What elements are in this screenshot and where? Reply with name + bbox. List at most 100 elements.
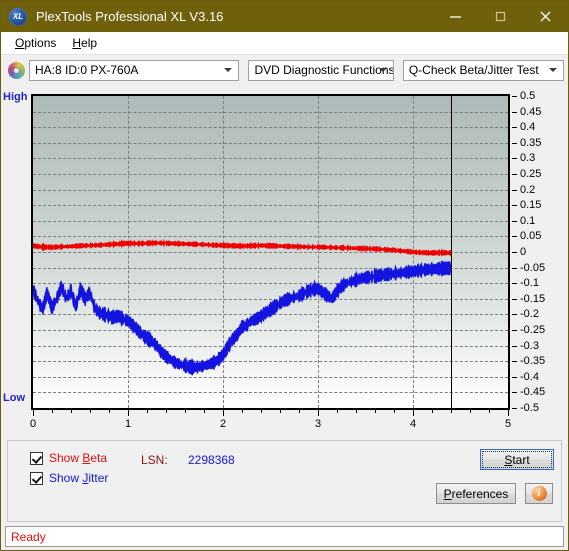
y-tick-mark bbox=[512, 283, 517, 285]
x-tick-minor bbox=[356, 410, 357, 413]
y-tick-label: -0.2 bbox=[520, 308, 539, 321]
show-beta-label: Show Beta bbox=[49, 451, 108, 465]
chevron-down-icon bbox=[549, 68, 557, 72]
series-beta-band bbox=[33, 241, 451, 255]
x-tick-minor bbox=[375, 410, 376, 413]
y-tick-label: 0.2 bbox=[520, 183, 536, 196]
x-tick-minor bbox=[337, 410, 338, 413]
x-tick-minor bbox=[489, 410, 490, 413]
y-tick-mark bbox=[512, 298, 517, 300]
y-tick-mark bbox=[512, 408, 517, 409]
x-tick-minor bbox=[90, 410, 91, 413]
title-bar: XL PlexTools Professional XL V3.16 bbox=[1, 1, 568, 32]
show-beta-row[interactable]: Show Beta bbox=[30, 451, 107, 465]
y-tick-label: 0.45 bbox=[520, 105, 542, 118]
y-tick-mark bbox=[512, 142, 517, 144]
series-jitter-band bbox=[33, 262, 451, 374]
x-tick-minor bbox=[280, 410, 281, 413]
x-tick-label: 0 bbox=[29, 418, 37, 430]
x-tick-minor bbox=[432, 410, 433, 413]
menu-bar: Options Help bbox=[1, 32, 568, 54]
x-tick-minor bbox=[299, 410, 300, 413]
x-tick-label: 3 bbox=[314, 418, 322, 430]
y-tick-label: 0.15 bbox=[520, 199, 542, 212]
y-tick-mark bbox=[512, 267, 517, 269]
close-icon[interactable] bbox=[523, 1, 568, 32]
y-tick-label: 0.05 bbox=[520, 230, 542, 243]
y-tick-mark bbox=[512, 205, 517, 207]
x-tick-minor bbox=[185, 410, 186, 413]
maximize-icon[interactable] bbox=[478, 1, 523, 32]
axis-high-label: High bbox=[3, 91, 28, 103]
x-tick-major bbox=[128, 410, 129, 416]
y-tick-mark bbox=[512, 330, 517, 331]
y-tick-label: -0.05 bbox=[520, 261, 546, 274]
y-tick-mark bbox=[512, 111, 517, 113]
window-controls bbox=[433, 1, 568, 32]
y-tick-mark bbox=[512, 127, 517, 129]
y-tick-mark bbox=[512, 96, 517, 97]
y-tick-label: -0.5 bbox=[520, 402, 539, 414]
optical-disc-icon bbox=[8, 61, 25, 79]
y-tick-label: -0.15 bbox=[520, 292, 546, 305]
y-tick-label: 0.3 bbox=[520, 152, 536, 165]
status-bar: Ready bbox=[5, 526, 564, 547]
menu-item-options[interactable]: Options bbox=[7, 34, 64, 52]
y-tick-mark bbox=[512, 174, 517, 175]
chevron-down-icon bbox=[378, 68, 387, 72]
y-tick-mark bbox=[512, 158, 517, 160]
plextools-window: XL PlexTools Professional XL V3.16 Optio… bbox=[0, 0, 569, 551]
x-tick-minor bbox=[166, 410, 167, 413]
test-select[interactable]: Q-Check Beta/Jitter Test bbox=[402, 59, 564, 81]
x-tick-minor bbox=[242, 410, 243, 413]
x-tick-minor bbox=[394, 410, 395, 413]
x-tick-label: 2 bbox=[219, 418, 227, 430]
y-tick-label: -0.1 bbox=[520, 277, 539, 290]
y-tick-label: 0.5 bbox=[520, 90, 536, 102]
x-tick-minor bbox=[71, 410, 72, 413]
start-button[interactable]: Start bbox=[480, 449, 554, 470]
x-tick-minor bbox=[261, 410, 262, 413]
menu-options-rest: ptions bbox=[24, 35, 57, 50]
y-tick-mark bbox=[512, 361, 517, 363]
test-select-value: Q-Check Beta/Jitter Test bbox=[408, 63, 539, 77]
cursor-line[interactable] bbox=[451, 96, 452, 408]
x-tick-major bbox=[508, 410, 509, 416]
trace-layer bbox=[33, 96, 508, 408]
status-text: Ready bbox=[11, 529, 46, 544]
drive-select[interactable]: HA:8 ID:0 PX-760A bbox=[29, 59, 240, 81]
preferences-button[interactable]: Preferences bbox=[436, 483, 516, 504]
x-tick-major bbox=[413, 410, 414, 416]
y-tick-label: 0.25 bbox=[520, 168, 542, 180]
function-select[interactable]: DVD Diagnostic Functions bbox=[248, 59, 394, 81]
plot-area[interactable] bbox=[31, 94, 510, 410]
show-jitter-row[interactable]: Show Jitter bbox=[30, 471, 108, 485]
x-axis: 0 1 2 3 4 5 bbox=[29, 410, 511, 438]
preferences-button-label: Preferences bbox=[443, 486, 509, 501]
x-tick-minor bbox=[451, 410, 452, 413]
info-button[interactable]: i bbox=[525, 483, 553, 504]
chevron-down-icon bbox=[224, 68, 233, 72]
x-tick-label: 1 bbox=[124, 418, 132, 430]
show-beta-checkbox[interactable] bbox=[30, 451, 43, 465]
x-tick-major bbox=[318, 410, 319, 416]
x-tick-label: 4 bbox=[409, 418, 417, 430]
y-tick-mark bbox=[512, 345, 517, 347]
start-button-label: Start bbox=[504, 452, 530, 467]
selector-toolbar: HA:8 ID:0 PX-760A DVD Diagnostic Functio… bbox=[1, 54, 568, 85]
minimize-icon[interactable] bbox=[433, 1, 478, 32]
y-tick-label: -0.4 bbox=[520, 370, 539, 383]
y-tick-mark bbox=[512, 252, 517, 253]
y-tick-mark bbox=[512, 189, 517, 191]
y-tick-label: 0.35 bbox=[520, 136, 542, 149]
xl-logo-icon: XL bbox=[9, 7, 27, 26]
y-tick-mark bbox=[512, 376, 517, 378]
x-tick-minor bbox=[204, 410, 205, 413]
menu-item-help[interactable]: Help bbox=[64, 34, 105, 52]
axis-low-label: Low bbox=[3, 392, 25, 404]
y-tick-mark bbox=[512, 236, 517, 238]
y-tick-label: -0.25 bbox=[520, 324, 546, 336]
show-jitter-checkbox[interactable] bbox=[30, 471, 43, 485]
beta-jitter-chart: High Low 0.5 0.45 0.4 0.35 0.3 0.25 0.2 0.15 0.1… bbox=[1, 85, 568, 440]
y-tick-label: 0 bbox=[520, 246, 527, 258]
